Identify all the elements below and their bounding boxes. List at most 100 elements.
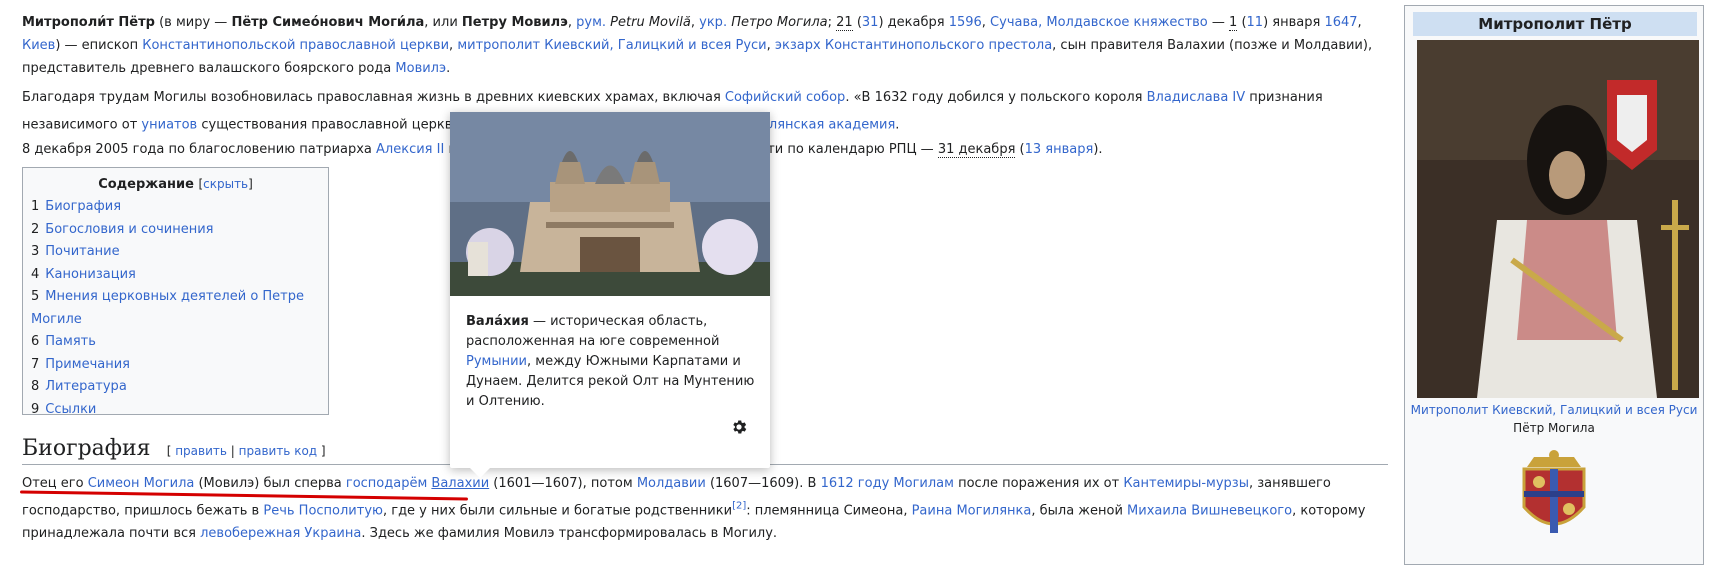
inline-link[interactable]: Владислава IV <box>1147 90 1246 105</box>
inline-text: , <box>981 15 991 30</box>
inline-text: 21 <box>836 15 853 31</box>
inline-text: . <box>895 117 900 133</box>
inline-text: Петру Мовилэ <box>461 15 568 30</box>
inline-link[interactable]: Раина Могилянка <box>912 503 1032 518</box>
toc-item-link[interactable]: Биография <box>45 199 121 214</box>
coat-of-arms[interactable] <box>1511 449 1597 539</box>
inline-link[interactable]: рум. <box>576 15 606 30</box>
inline-text: . Здесь же фамилия Мовилэ трансформирова… <box>361 526 778 542</box>
portrait-image <box>1417 40 1699 398</box>
inline-text: . «В 1632 году добился у польского корол… <box>845 90 1147 105</box>
link-preview-popup[interactable]: Вала́хия — историческая область, располо… <box>450 112 770 478</box>
inline-link[interactable]: укр. <box>699 15 727 30</box>
inline-text: , <box>1357 15 1362 30</box>
toc-list: 1 Биография 2 Богословия и сочинения 3 Почита… <box>23 196 328 421</box>
inline-link[interactable]: Киев <box>22 38 55 53</box>
toc-hide-link[interactable]: скрыть <box>203 177 248 191</box>
infobox-caption-link[interactable]: Митрополит Киевский, Галицкий и всея Рус… <box>1411 403 1698 417</box>
toc-item-number: 1 <box>31 199 40 214</box>
toc-item-link[interactable]: Ссылки <box>45 402 96 417</box>
inline-text: — <box>1207 15 1230 30</box>
toc-item-number: 9 <box>31 401 40 417</box>
inline-text: ) — епископ <box>55 38 143 53</box>
inline-link[interactable]: Могилам <box>893 476 954 491</box>
inline-link[interactable]: Сучава, Молдавское княжество <box>990 15 1208 30</box>
inline-link[interactable]: Речь Посполитую <box>263 503 383 518</box>
toc-item[interactable]: 5 Мнения церковных деятелей о Петре Могил… <box>23 286 328 331</box>
toc-item-link[interactable]: Мнения церковных деятелей о Петре Могиле <box>31 289 304 327</box>
inline-link[interactable]: 1596 <box>949 15 982 30</box>
toc-item[interactable]: 2 Богословия и сочинения <box>23 219 328 242</box>
popup-pointer <box>470 468 490 478</box>
toc-item-link[interactable]: Канонизация <box>45 267 136 282</box>
inline-text: после поражения их от <box>953 476 1124 491</box>
inline-text: Пётр Симео́нович Моги́ла <box>231 15 425 30</box>
inline-link[interactable]: [2] <box>732 501 746 518</box>
inline-text: ( <box>1237 15 1247 30</box>
toc-item-number: 3 <box>31 244 40 259</box>
popup-settings[interactable] <box>730 418 748 436</box>
inline-link[interactable]: Симеон Могила <box>88 476 195 491</box>
inline-link[interactable]: экзарх Константинопольского престола <box>775 38 1052 53</box>
inline-link[interactable]: митрополит Киевский, Галицкий и всея Рус… <box>457 38 766 53</box>
inline-text: (в миру — <box>154 15 232 30</box>
lead-paragraph-1: Митрополи́т Пётр (в миру — Пётр Симео́но… <box>22 11 1392 80</box>
infobox-caption: Митрополит Киевский, Галицкий и всея Рус… <box>1405 401 1703 437</box>
toc-item-link[interactable]: Литература <box>45 379 127 394</box>
toc-item-link[interactable]: Почитание <box>45 244 119 259</box>
inline-link[interactable]: Алексия II <box>376 142 444 157</box>
toc-item-link[interactable]: Память <box>45 334 96 349</box>
inline-text: 8 декабря 2005 года по благословению пат… <box>22 142 377 158</box>
inline-link[interactable]: 31 <box>862 15 879 30</box>
inline-link[interactable]: 1612 году <box>821 476 890 491</box>
inline-link[interactable]: униатов <box>141 117 197 132</box>
inline-text: ) января <box>1263 15 1325 30</box>
inline-text: (1607—1609). В <box>705 476 821 491</box>
inline-link[interactable]: Михаила Вишневецкого <box>1127 503 1292 518</box>
inline-text: , или <box>424 15 462 30</box>
inline-link[interactable]: Валахии <box>431 476 489 491</box>
section-title: Биография <box>22 436 151 461</box>
toc-item-number: 8 <box>31 379 40 394</box>
inline-text: Петро Могила <box>727 15 828 30</box>
popup-image[interactable] <box>450 112 770 296</box>
section-edit-links: [ править | править код ] <box>166 444 326 458</box>
inline-link[interactable]: Молдавии <box>637 476 706 491</box>
edit-link[interactable]: править <box>175 444 227 458</box>
table-of-contents: Содержание [скрыть] 1 Биография 2 Богослови… <box>22 167 329 417</box>
inline-link[interactable]: 11 <box>1247 15 1264 30</box>
popup-link-romania[interactable]: Румынии <box>466 354 527 369</box>
biography-paragraph-1: Отец его Симеон Могила (Мовилэ) был спер… <box>22 472 1392 545</box>
inline-link[interactable]: левобережная Украина <box>200 526 361 541</box>
monastery-image <box>450 112 770 296</box>
toc-item[interactable]: 6 Память <box>23 331 328 354</box>
inline-link[interactable]: 1647 <box>1324 15 1357 30</box>
toc-item[interactable]: 3 Почитание <box>23 241 328 264</box>
inline-text: , была женой <box>1031 503 1128 519</box>
toc-item-number: 4 <box>31 266 40 282</box>
popup-extract: Вала́хия — историческая область, располо… <box>466 312 756 412</box>
infobox-caption-name: Пётр Могила <box>1513 421 1595 435</box>
toc-item[interactable]: 1 Биография <box>23 196 328 219</box>
infobox: Митрополит Пётр Митрополит Киевский, Гал… <box>1404 5 1704 565</box>
inline-text: (1601—1607), потом <box>489 476 637 491</box>
inline-link[interactable]: Софийский собор <box>725 90 845 105</box>
toc-item-number: 6 <box>31 334 40 349</box>
inline-text: . <box>446 61 451 76</box>
toc-item-link[interactable]: Богословия и сочинения <box>45 222 213 237</box>
inline-link[interactable]: господарём <box>346 476 427 491</box>
inline-link[interactable]: 13 января <box>1025 142 1094 157</box>
toc-item-link[interactable]: Примечания <box>45 357 130 372</box>
toc-item[interactable]: 4 Канонизация <box>23 264 328 287</box>
toc-item[interactable]: 8 Литература <box>23 376 328 399</box>
toc-item[interactable]: 7 Примечания <box>23 354 328 377</box>
inline-link[interactable]: Кантемиры-мурзы <box>1123 476 1249 491</box>
infobox-portrait[interactable] <box>1417 40 1699 398</box>
inline-text: ) декабря <box>878 15 949 30</box>
inline-text: ( <box>852 15 862 30</box>
toc-item[interactable]: 9 Ссылки <box>23 399 328 422</box>
inline-link[interactable]: Константинопольской православной церкви <box>142 38 449 53</box>
edit-code-link[interactable]: править код <box>239 444 317 458</box>
inline-link[interactable]: Мовилэ <box>395 61 446 76</box>
toc-hide-bracket: [скрыть] <box>198 177 253 191</box>
